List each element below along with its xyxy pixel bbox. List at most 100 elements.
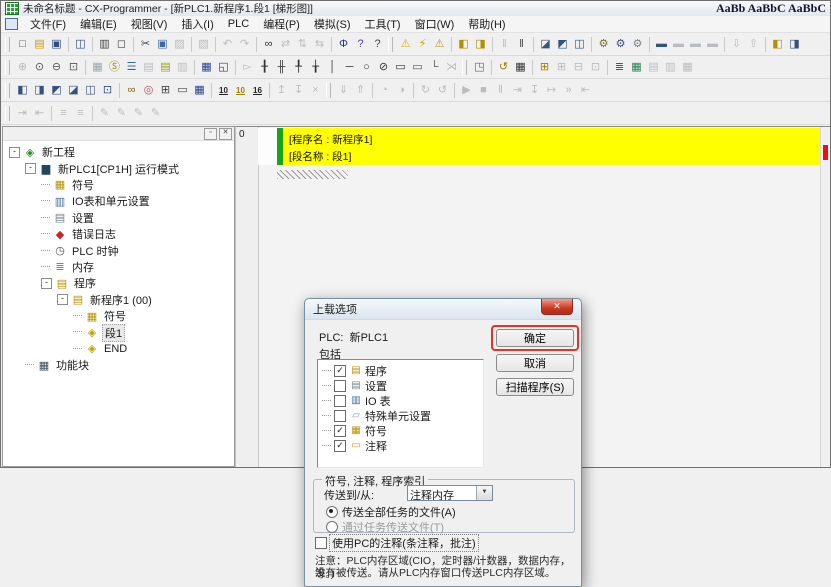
chevron-down-icon[interactable]: ▼ — [476, 486, 492, 500]
instruction-nc-icon[interactable]: ▭ — [409, 59, 426, 76]
find-report-icon[interactable]: ⚠ — [431, 36, 448, 53]
monitor-signed-decimal-icon[interactable]: 10 — [232, 82, 249, 99]
output-window-icon[interactable]: ☰ — [123, 59, 140, 76]
monitor-decimal-icon[interactable]: 10 — [215, 82, 232, 99]
view-mnemonics-icon[interactable]: ◧ — [14, 82, 31, 99]
include-program-row[interactable]: ✓▤程序 — [322, 363, 483, 378]
cut-icon[interactable]: ✂ — [137, 36, 154, 53]
checkbox-icon[interactable] — [334, 380, 346, 392]
monitor-mode-icon[interactable]: ◫ — [571, 36, 588, 53]
coil-nc-icon[interactable]: ⊘ — [375, 59, 392, 76]
contact-no-icon[interactable]: ╂ — [256, 59, 273, 76]
tree-item-settings[interactable]: ▤设置 — [3, 210, 234, 226]
grid-toggle-icon[interactable]: ▦ — [89, 59, 106, 76]
menu-item[interactable]: 窗口(W) — [408, 15, 462, 33]
contact-or-nc-icon[interactable]: ╁ — [307, 59, 324, 76]
tree-item-memory[interactable]: ≣内存 — [3, 259, 234, 275]
print-preview-icon[interactable]: ◻ — [113, 36, 130, 53]
contact-or-no-icon[interactable]: ╀ — [290, 59, 307, 76]
vertical-line-icon[interactable]: │ — [324, 59, 341, 76]
compare-programs-icon[interactable]: ◫ — [72, 36, 89, 53]
program-overview-icon[interactable]: ▦ — [512, 59, 529, 76]
io-monitor-icon[interactable]: ▦ — [628, 59, 645, 76]
menu-item[interactable]: 插入(I) — [174, 15, 220, 33]
include-listbox[interactable]: ✓▤程序▤设置▥IO 表▱特殊单元设置✓▦符号✓▭注释 — [317, 359, 484, 468]
tree-item-program-symbols[interactable]: ▦符号 — [3, 308, 234, 324]
zoom-fit-icon[interactable]: ⊡ — [65, 59, 82, 76]
browse-window-icon[interactable]: ◳ — [471, 59, 488, 76]
menu-item[interactable]: 编程(P) — [256, 15, 307, 33]
properties-icon[interactable]: ▭ — [174, 82, 191, 99]
new-view-icon[interactable]: ⊞ — [157, 82, 174, 99]
insert-rung-above-icon[interactable]: ⊞ — [536, 59, 553, 76]
menu-item[interactable]: 工具(T) — [358, 15, 408, 33]
horizontal-line-icon[interactable]: ─ — [341, 59, 358, 76]
checkbox-icon[interactable]: ✓ — [334, 365, 346, 377]
monitor-hex-icon[interactable]: 16 — [249, 82, 266, 99]
tree-item-programs[interactable]: -▤程序 — [3, 275, 234, 291]
work-online-simulator-icon[interactable]: ◨ — [472, 36, 489, 53]
tree-item-section-1[interactable]: ◈段1 — [3, 324, 234, 340]
checkbox-icon[interactable]: ✓ — [334, 440, 346, 452]
panel-pin-icon[interactable]: ▫ — [204, 128, 217, 140]
view-split-icon[interactable]: ◫ — [82, 82, 99, 99]
view-ladder-icon[interactable]: ◨ — [31, 82, 48, 99]
ok-button[interactable]: 确定 — [496, 329, 574, 347]
use-pc-comments-checkbox[interactable]: 使用PC的注释(条注释，批注) — [315, 535, 478, 551]
menu-item[interactable]: 帮助(H) — [461, 15, 512, 33]
context-help-icon[interactable]: ? — [369, 36, 386, 53]
work-online-icon[interactable]: ◧ — [455, 36, 472, 53]
view-symbols-icon[interactable]: ◪ — [65, 82, 82, 99]
instruction-box-icon[interactable]: ▭ — [392, 59, 409, 76]
include-io-table-row[interactable]: ▥IO 表 — [322, 393, 483, 408]
compile-icon[interactable]: ⚠ — [397, 36, 414, 53]
expander-icon[interactable]: - — [9, 147, 20, 158]
transfer-memory-select[interactable]: 注释内存 ▼ — [407, 485, 493, 501]
monitor-in-rung-icon[interactable]: ◱ — [215, 59, 232, 76]
tree-item-program-1[interactable]: -▤新程序1 (00) — [3, 292, 234, 308]
selected-cell-hatch[interactable] — [277, 170, 348, 179]
view-sections-icon[interactable]: ◩ — [48, 82, 65, 99]
panel-close-icon[interactable]: ✕ — [219, 128, 232, 140]
coil-icon[interactable]: ○ — [358, 59, 375, 76]
program-mode-icon[interactable]: ◪ — [537, 36, 554, 53]
menu-item[interactable]: 视图(V) — [124, 15, 175, 33]
copy-icon[interactable]: ▣ — [154, 36, 171, 53]
online-edit-icon[interactable]: ⚙ — [595, 36, 612, 53]
tree-item-symbols[interactable]: ▦符号 — [3, 177, 234, 193]
include-comments-row[interactable]: ✓▭注释 — [322, 438, 483, 453]
partial-transfer-icon[interactable]: ◨ — [786, 36, 803, 53]
tree-item-project[interactable]: -◈新工程 — [3, 144, 234, 160]
compare-with-plc-icon[interactable]: ◧ — [769, 36, 786, 53]
symbol-colors-icon[interactable]: ▤ — [157, 59, 174, 76]
address-reference-icon[interactable]: ▦ — [191, 82, 208, 99]
new-file-icon[interactable]: □ — [14, 36, 31, 53]
corner-tool-icon[interactable]: └ — [426, 59, 443, 76]
tree-item-plc-device[interactable]: -▆新PLC1[CP1H] 运行模式 — [3, 160, 234, 176]
debug-mode-icon[interactable]: ◩ — [554, 36, 571, 53]
tree-item-plc-clock[interactable]: ◷PLC 时钟 — [3, 242, 234, 258]
compile-all-icon[interactable]: ⚡ — [414, 36, 431, 53]
tree-item-io-table[interactable]: ▥IO表和单元设置 — [3, 193, 234, 209]
scan-program-button[interactable]: 扫描程序(S) — [496, 378, 574, 396]
online-edit-send-icon[interactable]: ⚙ — [612, 36, 629, 53]
checkbox-icon[interactable] — [334, 410, 346, 422]
zoom-out-icon[interactable]: ⊖ — [48, 59, 65, 76]
expander-icon[interactable]: - — [41, 278, 52, 289]
expander-icon[interactable]: - — [57, 294, 68, 305]
print-icon[interactable]: ▥ — [96, 36, 113, 53]
include-symbols-row[interactable]: ✓▦符号 — [322, 423, 483, 438]
program-hierarchy-icon[interactable]: ≣ — [611, 59, 628, 76]
zoom-custom-icon[interactable]: ⊙ — [31, 59, 48, 76]
open-file-icon[interactable]: ▤ — [31, 36, 48, 53]
pause-icon[interactable]: ‖ — [513, 36, 530, 53]
checkbox-icon[interactable] — [334, 395, 346, 407]
online-edit-cancel-icon[interactable]: ⚙ — [629, 36, 646, 53]
checkbox-icon[interactable]: ✓ — [334, 425, 346, 437]
menu-item[interactable]: PLC — [221, 17, 256, 31]
save-file-icon[interactable]: ▣ — [48, 36, 65, 53]
radio-all-tasks[interactable]: 传送全部任务的文件(A) — [326, 504, 456, 520]
view-options-icon[interactable]: ⊡ — [99, 82, 116, 99]
contact-nc-icon[interactable]: ╫ — [273, 59, 290, 76]
goto-target-icon[interactable]: ◎ — [140, 82, 157, 99]
